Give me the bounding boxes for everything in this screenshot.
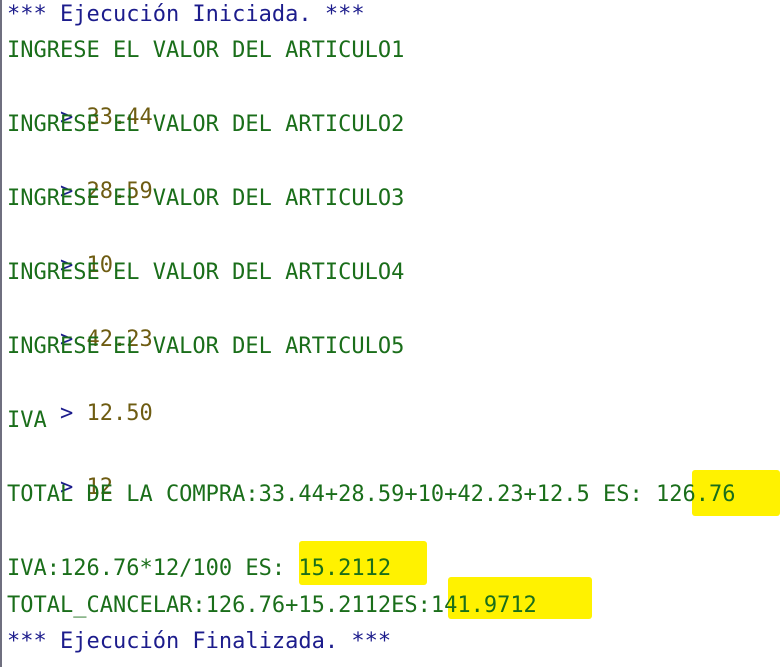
execution-start-message: *** Ejecución Iniciada. ***: [7, 2, 365, 27]
prompt-label-iva: IVA: [7, 408, 47, 433]
total-cancelar-line: TOTAL_CANCELAR:126.76+15.2112ES:141.9712: [7, 591, 537, 621]
input-line-articulo4: > 42.23: [7, 295, 153, 352]
input-line-iva: > 12: [7, 443, 113, 500]
input-value-articulo5: 12.50: [86, 401, 153, 426]
iva-result-value: 15.2112: [298, 556, 392, 581]
total-compra-text: TOTAL DE LA COMPRA:33.44+28.59+10+42.23+…: [7, 482, 657, 507]
prompt-label-articulo2: INGRESE EL VALOR DEL ARTICULO2: [7, 112, 405, 137]
total-compra-value: 126.76: [656, 482, 736, 507]
input-line-articulo1: > 33.44: [7, 73, 153, 130]
prompt-label-articulo4: INGRESE EL VALOR DEL ARTICULO4: [7, 260, 405, 285]
total-cancelar-value: 141.9712: [430, 593, 537, 618]
input-line-articulo5: > 12.50: [7, 369, 153, 426]
prompt-label-articulo1: INGRESE EL VALOR DEL ARTICULO1: [7, 38, 405, 63]
execution-end-message: *** Ejecución Finalizada. ***: [7, 629, 392, 654]
iva-result-line: IVA:126.76*12/100 ES: 15.2112: [7, 554, 391, 584]
input-line-articulo2: > 28.59: [7, 147, 153, 204]
total-cancelar-text: TOTAL_CANCELAR:126.76+15.2112ES:: [7, 593, 431, 618]
iva-result-text: IVA:126.76*12/100 ES:: [7, 556, 299, 581]
total-compra-line: TOTAL DE LA COMPRA:33.44+28.59+10+42.23+…: [7, 480, 736, 510]
console-output-panel[interactable]: *** Ejecución Iniciada. *** INGRESE EL V…: [0, 0, 781, 667]
prompt-label-articulo3: INGRESE EL VALOR DEL ARTICULO3: [7, 186, 405, 211]
input-line-articulo3: > 10: [7, 221, 113, 278]
prompt-label-articulo5: INGRESE EL VALOR DEL ARTICULO5: [7, 334, 405, 359]
prompt-symbol: >: [59, 401, 74, 426]
